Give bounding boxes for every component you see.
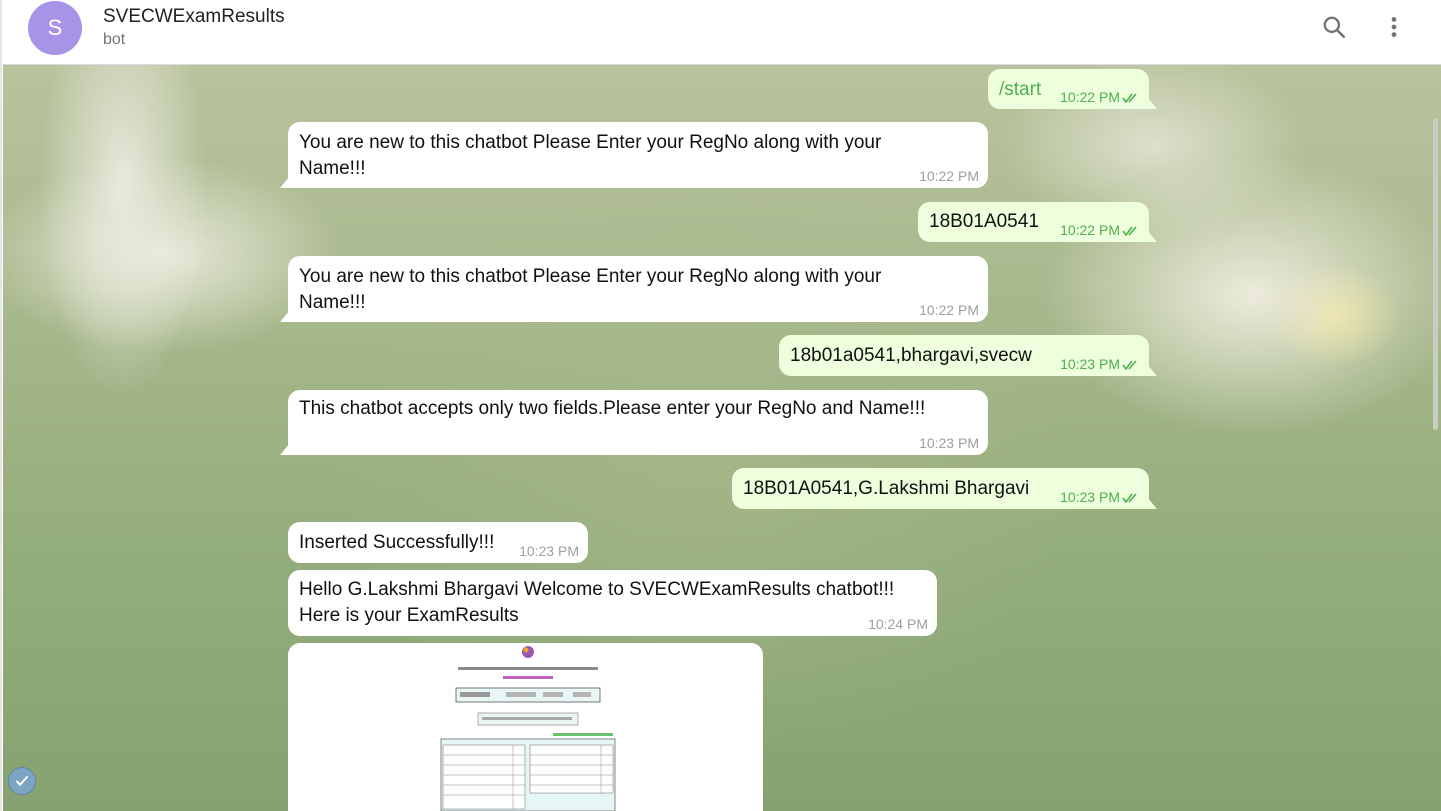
- chat-header: S SVECWExamResults bot: [3, 0, 1441, 65]
- message-time: 10:22 PM: [1060, 89, 1140, 105]
- message-text: 18b01a0541,bhargavi,svecw: [790, 345, 1032, 366]
- outgoing-message[interactable]: 18B01A0541,G.Lakshmi Bhargavi 10:23 PM: [732, 468, 1149, 509]
- message-text: This chatbot accepts only two fields.Ple…: [299, 398, 926, 419]
- incoming-message[interactable]: You are new to this chatbot Please Enter…: [288, 256, 988, 322]
- message-time: 10:23 PM: [1060, 356, 1140, 372]
- chat-area[interactable]: /start 10:22 PM You are new to this chat…: [3, 65, 1441, 811]
- incoming-message[interactable]: You are new to this chatbot Please Enter…: [288, 122, 988, 188]
- message-time: 10:22 PM: [1060, 222, 1140, 238]
- message-text: /start: [999, 79, 1042, 100]
- message-time: 10:23 PM: [519, 543, 579, 559]
- status-check-icon[interactable]: [8, 767, 36, 795]
- incoming-message[interactable]: Hello G.Lakshmi Bhargavi Welcome to SVEC…: [288, 570, 937, 636]
- avatar[interactable]: S: [28, 1, 82, 55]
- chat-title[interactable]: SVECWExamResults: [103, 6, 285, 28]
- results-document-thumbnail: [438, 643, 618, 811]
- double-check-icon: [1122, 360, 1137, 370]
- outgoing-message[interactable]: 18b01a0541,bhargavi,svecw 10:23 PM: [779, 335, 1149, 376]
- message-text: 18B01A0541,G.Lakshmi Bhargavi: [743, 478, 1030, 499]
- outgoing-message[interactable]: /start 10:22 PM: [988, 69, 1149, 109]
- message-text: You are new to this chatbot Please Enter…: [299, 132, 882, 179]
- scrollbar[interactable]: [1433, 118, 1438, 430]
- exam-results-image[interactable]: [288, 643, 763, 811]
- message-text: 18B01A0541: [929, 211, 1039, 232]
- chat-subtitle: bot: [103, 31, 126, 48]
- double-check-icon: [1122, 493, 1137, 503]
- message-time: 10:23 PM: [1060, 489, 1140, 505]
- double-check-icon: [1122, 226, 1137, 236]
- outgoing-message[interactable]: 18B01A0541 10:22 PM: [918, 202, 1149, 242]
- message-time: 10:22 PM: [919, 302, 979, 318]
- message-text: Inserted Successfully!!!: [299, 532, 495, 553]
- incoming-message[interactable]: This chatbot accepts only two fields.Ple…: [288, 390, 988, 455]
- message-text: You are new to this chatbot Please Enter…: [299, 266, 882, 313]
- more-options-icon[interactable]: [1381, 14, 1407, 40]
- message-time: 10:24 PM: [868, 616, 928, 632]
- search-icon[interactable]: [1321, 14, 1347, 40]
- message-time: 10:22 PM: [919, 168, 979, 184]
- window-edge: [0, 0, 2, 811]
- incoming-message[interactable]: Inserted Successfully!!! 10:23 PM: [288, 522, 588, 563]
- message-time: 10:23 PM: [919, 435, 979, 451]
- message-text: Hello G.Lakshmi Bhargavi Welcome to SVEC…: [299, 579, 895, 626]
- double-check-icon: [1122, 93, 1137, 103]
